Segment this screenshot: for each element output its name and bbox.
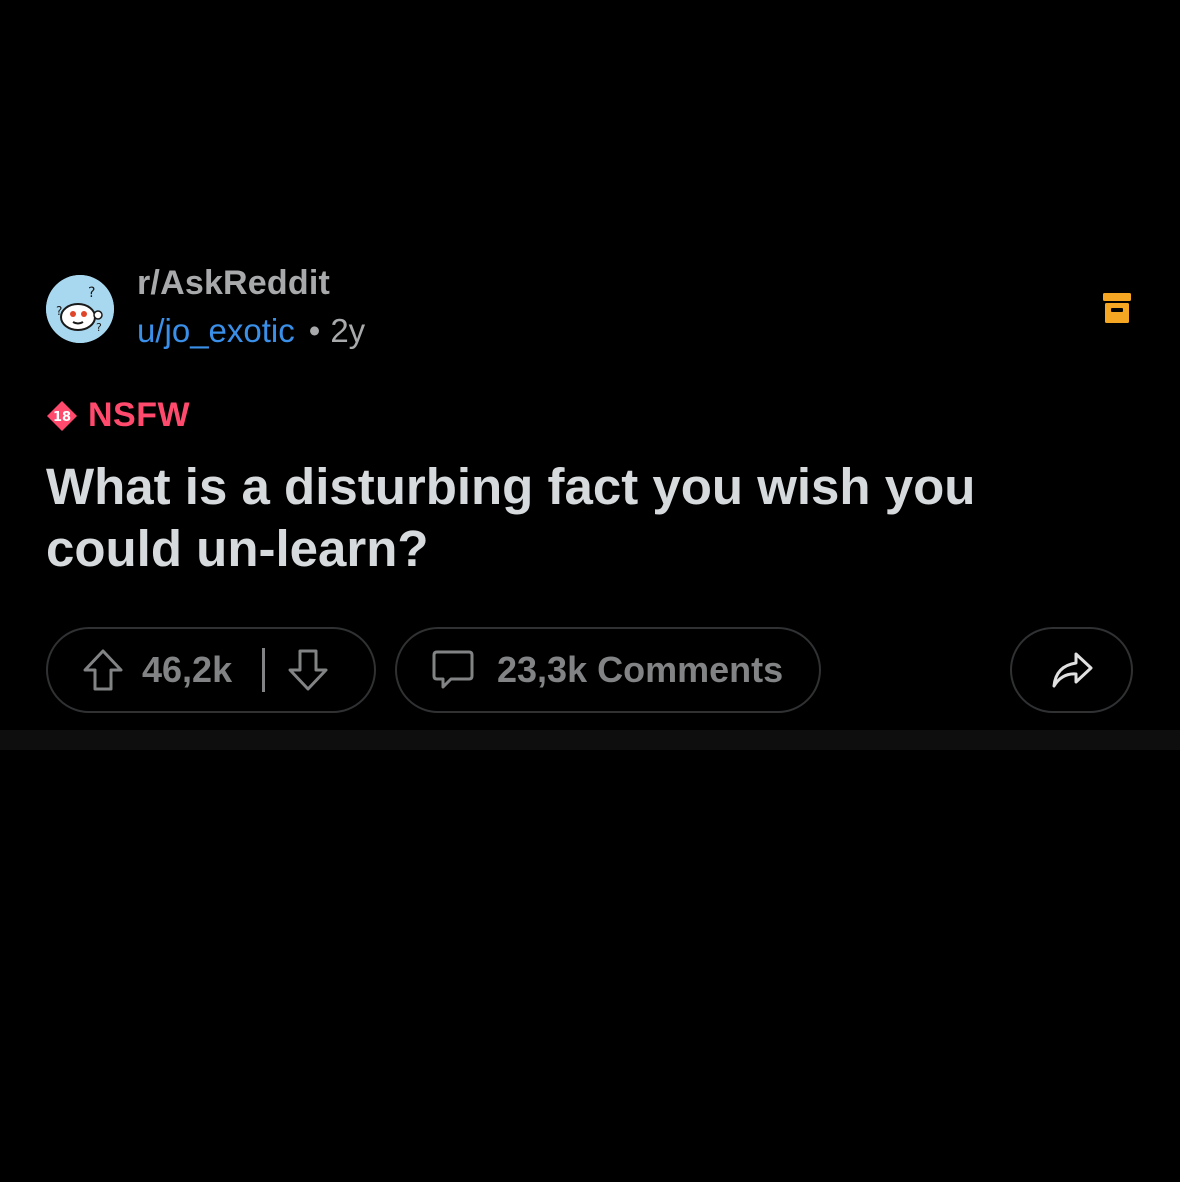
upvote-arrow-icon[interactable] xyxy=(82,648,124,692)
svg-text:?: ? xyxy=(56,304,62,318)
vote-bar: 46,2k xyxy=(46,627,376,713)
comments-button[interactable]: 23,3k Comments xyxy=(395,627,821,713)
post-card: ? ? ? r/AskReddit u/jo_exotic • 2y 18 NSFW… xyxy=(0,0,1180,1182)
comment-bubble-icon xyxy=(432,650,474,689)
subreddit-avatar-icon[interactable]: ? ? ? xyxy=(46,275,114,343)
post-age: 2y xyxy=(330,312,366,349)
share-button[interactable] xyxy=(1010,627,1133,713)
post-meta: u/jo_exotic • 2y xyxy=(137,312,365,350)
post-title[interactable]: What is a disturbing fact you wish you c… xyxy=(46,456,1046,580)
archive-icon xyxy=(1102,292,1132,324)
author-username[interactable]: u/jo_exotic xyxy=(137,312,295,349)
share-arrow-icon xyxy=(1052,652,1092,688)
svg-text:?: ? xyxy=(88,285,95,301)
nsfw-18-icon: 18 xyxy=(47,400,77,431)
nsfw-label: NSFW xyxy=(88,396,191,434)
svg-text:?: ? xyxy=(96,321,102,334)
subreddit-name[interactable]: r/AskReddit xyxy=(137,264,330,303)
downvote-arrow-icon[interactable] xyxy=(287,648,329,692)
post-divider xyxy=(0,730,1180,750)
vote-divider xyxy=(262,648,266,692)
comments-label: 23,3k Comments xyxy=(497,649,784,690)
upvote-count: 46,2k xyxy=(142,649,233,690)
nsfw-badge-text: 18 xyxy=(53,410,71,425)
meta-separator: • xyxy=(308,312,321,349)
nsfw-tag: 18 NSFW xyxy=(46,396,190,435)
